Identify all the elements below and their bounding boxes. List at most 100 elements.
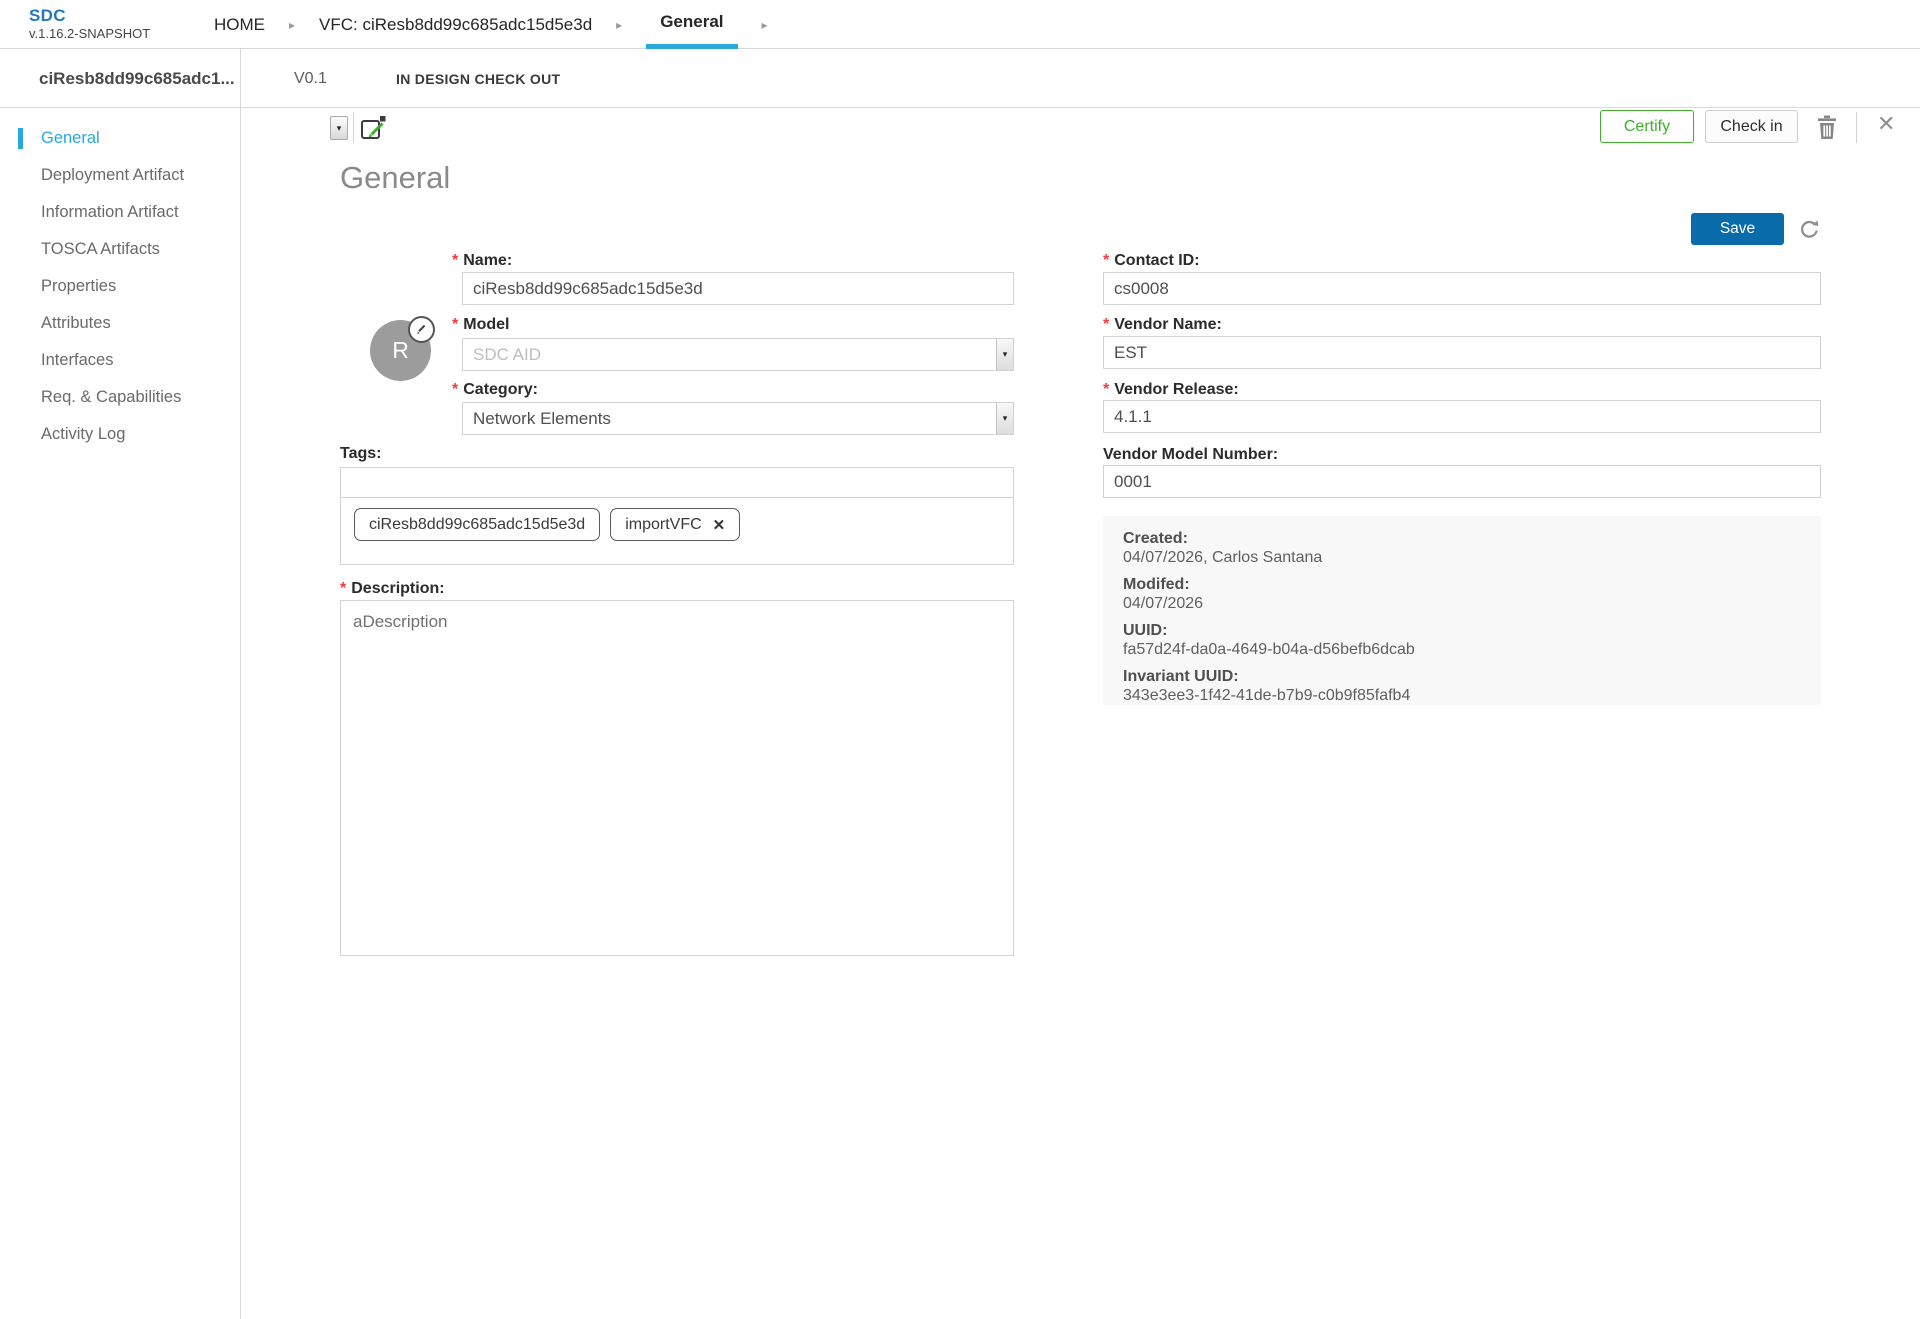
chevron-down-icon: ▾ [337,123,342,134]
vendor-release-label: *Vendor Release: [1103,381,1239,399]
meta-info-box: Created: 04/07/2026, Carlos Santana Modi… [1103,516,1821,705]
tags-container: ciResb8dd99c685adc15d5e3d importVFC ✕ [340,467,1014,565]
chevron-down-icon: ▾ [996,339,1013,370]
sidebar-item-deployment-artifact[interactable]: Deployment Artifact [0,157,240,194]
breadcrumb-vfc[interactable]: VFC: ciResb8dd99c685adc15d5e3d [319,0,592,49]
tag-chip-label: ciResb8dd99c685adc15d5e3d [369,516,585,534]
required-marker: * [340,580,346,597]
sidebar-item-label: Deployment Artifact [41,166,184,185]
sidebar-item-label: Attributes [41,314,111,333]
divider [1856,112,1857,143]
sidebar-item-label: Activity Log [41,425,125,444]
breadcrumb-arrow-icon: ▸ [289,0,295,49]
contact-id-input[interactable] [1103,272,1821,305]
certify-button[interactable]: Certify [1600,110,1694,143]
breadcrumb-home[interactable]: HOME [214,0,265,49]
meta-invariant-uuid: Invariant UUID: 343e3ee3-1f42-41de-b7b9-… [1123,667,1821,705]
sidebar-item-label: Req. & Capabilities [41,388,181,407]
save-button[interactable]: Save [1691,213,1784,245]
revert-button[interactable] [1797,217,1822,242]
vendor-name-label: *Vendor Name: [1103,316,1222,334]
uuid-label: UUID: [1123,621,1821,640]
close-button[interactable]: ✕ [1877,113,1895,135]
active-indicator [18,128,23,149]
sidebar-item-label: General [41,129,100,148]
description-textarea[interactable] [340,600,1014,956]
sidebar-item-label: Properties [41,277,116,296]
name-input[interactable] [462,272,1014,305]
sidebar-item-activity-log[interactable]: Activity Log [0,416,240,453]
tag-chip-label: importVFC [625,516,701,534]
sidebar-item-interfaces[interactable]: Interfaces [0,342,240,379]
required-marker: * [1103,381,1109,398]
meta-uuid: UUID: fa57d24f-da0a-4649-b04a-d56befb6dc… [1123,621,1821,659]
required-marker: * [1103,252,1109,269]
divider [353,112,354,143]
tag-chip: ciResb8dd99c685adc15d5e3d [354,508,600,541]
entity-header: ciResb8dd99c685adc1... [0,49,241,108]
vendor-model-number-label: Vendor Model Number: [1103,446,1278,464]
invariant-uuid-value: 343e3ee3-1f42-41de-b7b9-c0b9f85fafb4 [1123,686,1821,705]
sidebar-item-properties[interactable]: Properties [0,268,240,305]
required-marker: * [452,316,458,333]
vendor-release-input[interactable] [1103,400,1821,433]
model-select-value: SDC AID [473,345,541,365]
checkin-button[interactable]: Check in [1705,110,1798,143]
chevron-down-icon: ▾ [996,403,1013,434]
sidebar-item-label: Interfaces [41,351,113,370]
invariant-uuid-label: Invariant UUID: [1123,667,1821,686]
logo-version: v.1.16.2-SNAPSHOT [29,27,150,40]
tags-list: ciResb8dd99c685adc15d5e3d importVFC ✕ [354,508,740,541]
meta-modified: Modifed: 04/07/2026 [1123,575,1821,613]
modified-value: 04/07/2026 [1123,594,1821,613]
required-marker: * [452,252,458,269]
checkout-icon [360,114,387,141]
uuid-value: fa57d24f-da0a-4649-b04a-d56befb6dcab [1123,640,1821,659]
tag-chip: importVFC ✕ [610,508,740,541]
sidebar: General Deployment Artifact Information … [0,108,241,1319]
model-label: *Model [452,316,509,334]
sidebar-item-information-artifact[interactable]: Information Artifact [0,194,240,231]
sidebar-item-attributes[interactable]: Attributes [0,305,240,342]
edit-avatar-button[interactable] [408,316,435,343]
delete-button[interactable] [1816,115,1838,140]
breadcrumb: HOME ▸ VFC: ciResb8dd99c685adc15d5e3d ▸ … [214,0,792,49]
required-marker: * [1103,316,1109,333]
category-select-value: Network Elements [473,409,611,429]
vendor-name-input[interactable] [1103,336,1821,369]
sdc-app: SDC v.1.16.2-SNAPSHOT HOME ▸ VFC: ciResb… [0,0,1920,1319]
refresh-icon [1797,217,1822,242]
breadcrumb-arrow-icon: ▸ [762,0,768,49]
version-dropdown[interactable]: ▾ [330,116,348,140]
lifecycle-status: IN DESIGN CHECK OUT [396,49,560,108]
logo-title: SDC [29,7,150,24]
tags-label: Tags: [340,445,381,463]
description-label: *Description: [340,580,445,598]
toolbar: ciResb8dd99c685adc1... V0.1 ▾ IN DESIGN … [0,49,1920,108]
topbar: SDC v.1.16.2-SNAPSHOT HOME ▸ VFC: ciResb… [0,0,1920,49]
modified-label: Modifed: [1123,575,1821,594]
contact-id-label: *Contact ID: [1103,252,1200,270]
meta-created: Created: 04/07/2026, Carlos Santana [1123,529,1821,567]
created-value: 04/07/2026, Carlos Santana [1123,548,1821,567]
close-icon: ✕ [1877,111,1895,136]
version-label: V0.1 [294,49,327,108]
breadcrumb-arrow-icon: ▸ [616,0,622,49]
entity-name: ciResb8dd99c685adc1... [39,69,235,89]
breadcrumb-general-tab[interactable]: General [646,0,737,49]
remove-tag-icon[interactable]: ✕ [713,516,726,534]
pencil-icon [415,323,428,336]
page-title: General [340,160,450,196]
tags-input[interactable] [341,468,1013,498]
sidebar-item-general[interactable]: General [0,120,240,157]
avatar-letter: R [392,337,409,364]
sidebar-menu: General Deployment Artifact Information … [0,108,240,453]
category-select[interactable]: Network Elements ▾ [462,402,1014,435]
sidebar-item-label: TOSCA Artifacts [41,240,160,259]
sidebar-item-tosca-artifacts[interactable]: TOSCA Artifacts [0,231,240,268]
sidebar-item-req-capabilities[interactable]: Req. & Capabilities [0,379,240,416]
trash-icon [1816,115,1838,140]
vendor-model-number-input[interactable] [1103,465,1821,498]
sdc-logo: SDC v.1.16.2-SNAPSHOT [29,7,150,40]
model-select: SDC AID ▾ [462,338,1014,371]
